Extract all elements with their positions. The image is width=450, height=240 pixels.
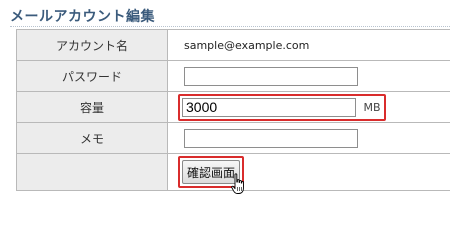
- memo-cell: [167, 122, 450, 154]
- quota-highlight-box: MB: [178, 93, 386, 121]
- account-name-cell: sample@example.com: [167, 29, 450, 61]
- account-form-table: アカウント名 sample@example.com パスワード 容量 MB メモ…: [16, 29, 450, 191]
- account-name-value: sample@example.com: [184, 38, 310, 52]
- table-row: 容量 MB: [16, 91, 450, 123]
- button-row-label-cell: [16, 153, 168, 191]
- title-divider: [10, 26, 450, 27]
- page-title: メールアカウント編集: [10, 9, 155, 25]
- hand-pointer-icon: [231, 173, 244, 194]
- table-row: アカウント名 sample@example.com: [16, 29, 450, 61]
- memo-label: メモ: [16, 122, 168, 154]
- password-label: パスワード: [16, 60, 168, 92]
- button-cell: 確認画面: [167, 153, 450, 191]
- quota-label: 容量: [16, 91, 168, 123]
- quota-cell: MB: [167, 91, 450, 123]
- password-input[interactable]: [184, 66, 358, 86]
- password-cell: [167, 60, 450, 92]
- account-name-label: アカウント名: [16, 29, 168, 61]
- table-row: メモ: [16, 122, 450, 154]
- quota-input[interactable]: [182, 97, 356, 117]
- quota-unit: MB: [363, 100, 381, 114]
- memo-input[interactable]: [184, 128, 358, 148]
- table-row: パスワード: [16, 60, 450, 92]
